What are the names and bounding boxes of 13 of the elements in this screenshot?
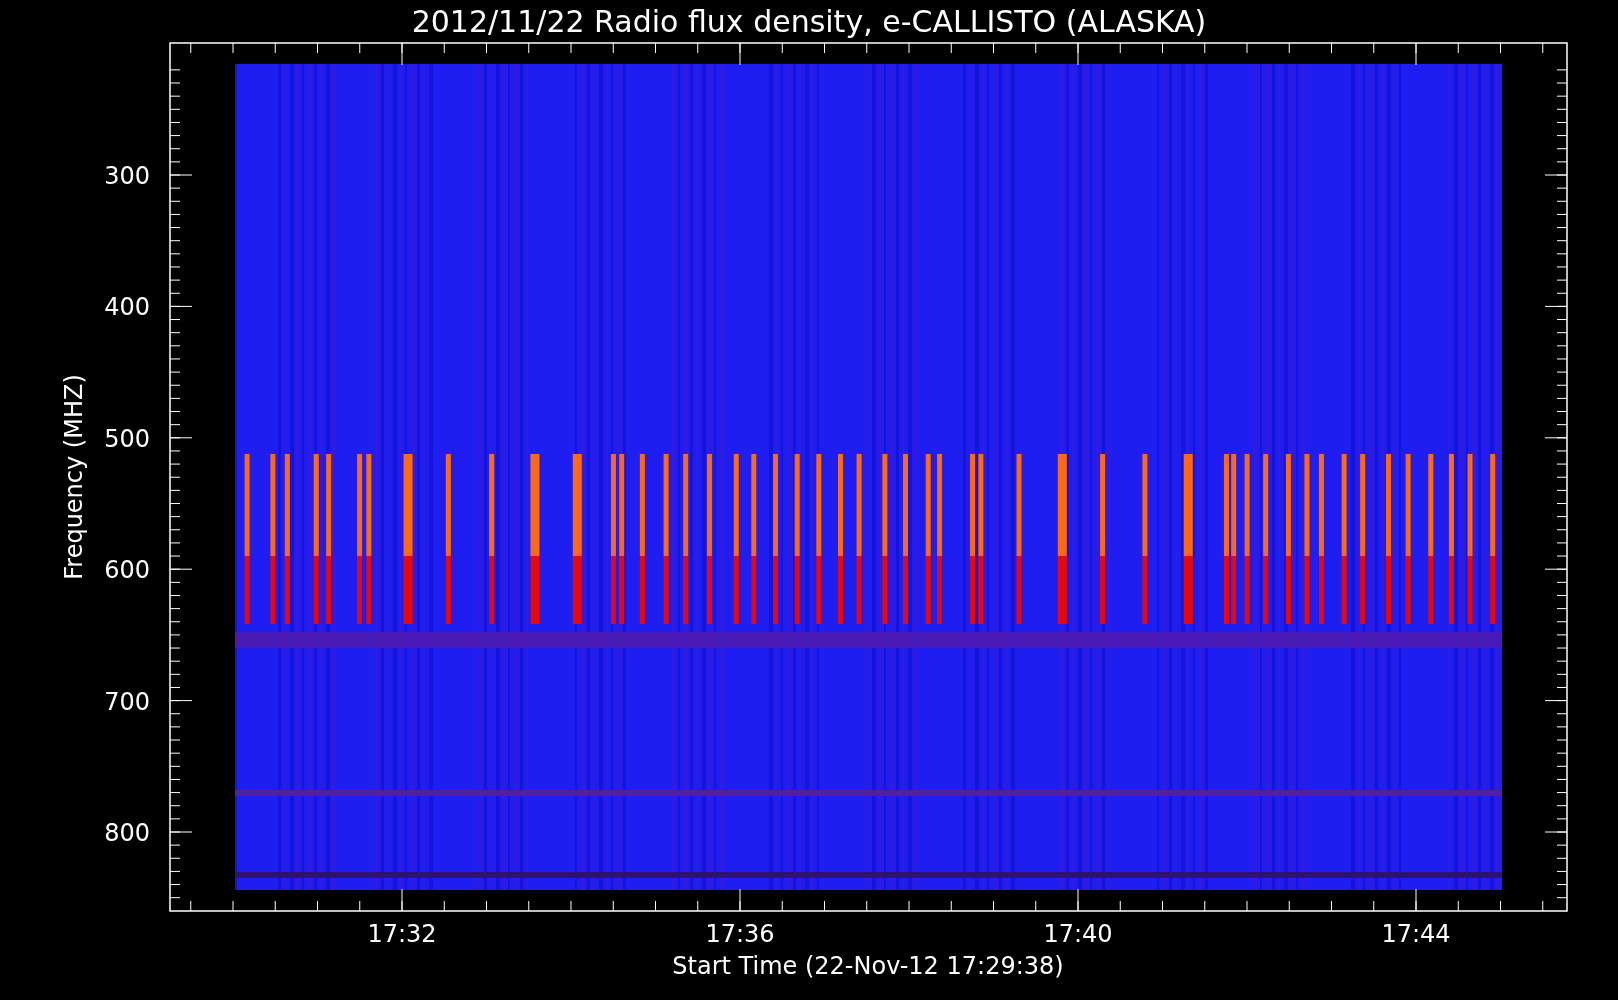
y-axis-label: Frequency (MHZ) (60, 374, 88, 580)
y-tick-label: 600 (104, 556, 150, 585)
y-tick-label: 800 (104, 819, 150, 847)
y-tick-label: 400 (104, 293, 150, 322)
y-tick-label: 300 (104, 162, 150, 190)
x-tick-label: 17:36 (705, 920, 775, 948)
x-axis-label: Start Time (22-Nov-12 17:29:38) (672, 952, 1064, 980)
y-tick-label: 500 (104, 424, 150, 453)
plot-title: 2012/11/22 Radio flux density, e-CALLISTO (ALASKA) (411, 4, 1207, 39)
y-tick-label: 700 (104, 687, 150, 716)
x-tick-label: 17:44 (1381, 920, 1451, 948)
x-tick-label: 17:32 (367, 920, 437, 948)
x-tick-label: 17:40 (1043, 920, 1113, 948)
